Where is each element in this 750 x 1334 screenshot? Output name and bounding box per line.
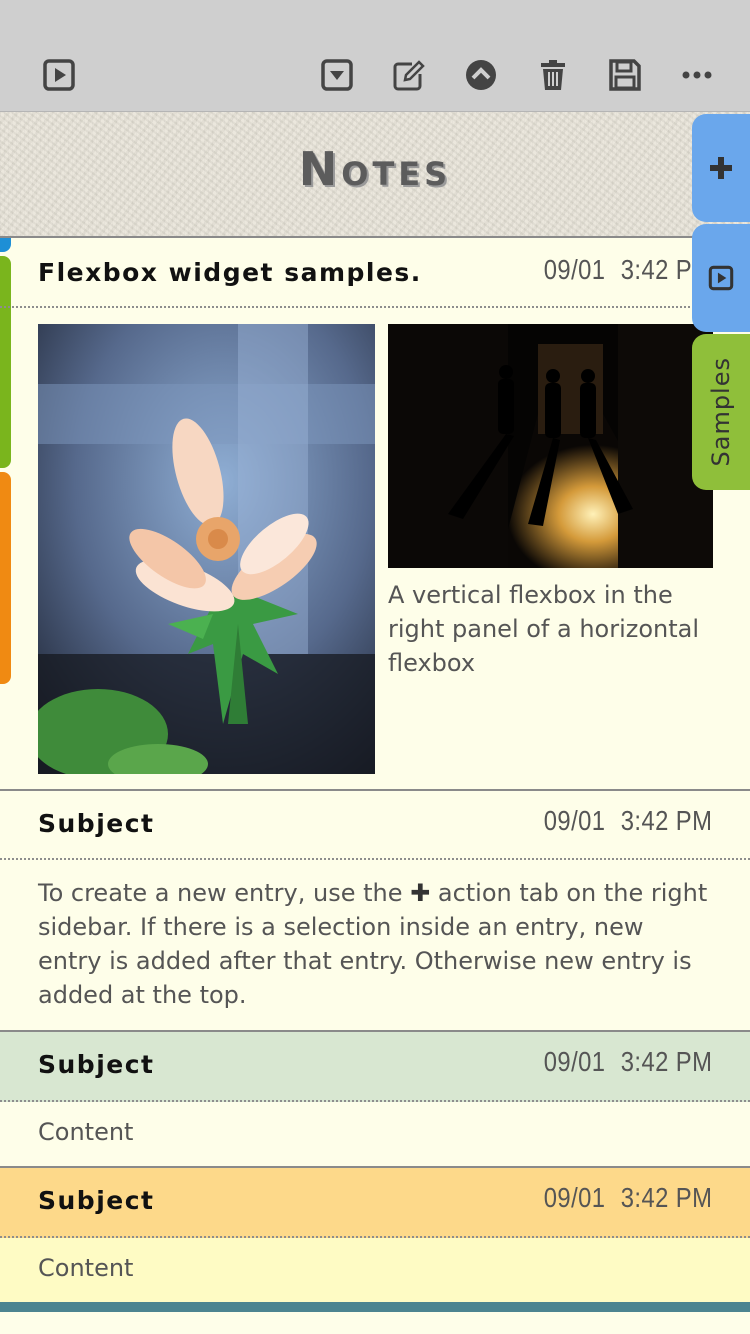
play-button[interactable] — [40, 56, 78, 94]
more-icon — [682, 71, 712, 79]
collapse-button[interactable] — [462, 56, 500, 94]
entry-header[interactable]: Subject 09/01 3:42 PM — [0, 791, 750, 860]
entry-header[interactable]: Subject 09/01 3:42 PM — [0, 1032, 750, 1102]
image-caption: A vertical flexbox in the right panel of… — [388, 581, 700, 677]
entry-subject[interactable]: Flexbox widget samples. — [38, 258, 422, 287]
dropdown-icon — [321, 59, 353, 91]
collapse-up-icon — [466, 60, 496, 90]
samples-tab[interactable]: Samples — [692, 334, 750, 490]
save-button[interactable] — [606, 56, 644, 94]
entry-subject[interactable]: Subject — [38, 1050, 155, 1079]
play-tab[interactable] — [692, 224, 750, 332]
entry-subject[interactable]: Subject — [38, 809, 155, 838]
entry-content[interactable]: To create a new entry, use the ✚ action … — [38, 876, 714, 1012]
add-entry-tab[interactable] — [692, 114, 750, 222]
play-icon — [708, 265, 734, 291]
entry-subject[interactable]: Subject — [38, 1186, 155, 1215]
entry-timestamp: 09/01 3:42 PM — [543, 805, 712, 836]
dropdown-button[interactable] — [318, 56, 356, 94]
samples-tab-label: Samples — [707, 357, 735, 467]
toolbar — [0, 0, 750, 112]
trash-icon — [541, 60, 565, 90]
entry-timestamp: 09/01 3:42 PM — [543, 1182, 712, 1213]
edit-icon — [393, 60, 425, 91]
delete-button[interactable] — [534, 56, 572, 94]
edit-button[interactable] — [390, 56, 428, 94]
save-icon — [609, 59, 641, 91]
entry-timestamp: 09/01 3:42 PM — [543, 1046, 712, 1077]
entry-header[interactable]: Flexbox widget samples. 09/01 3:42 PM — [0, 240, 750, 308]
flower-image — [38, 324, 375, 774]
entry-header[interactable]: Subject 09/01 3:42 PM — [0, 1168, 750, 1238]
plus-icon — [710, 157, 732, 179]
more-button[interactable] — [678, 56, 716, 94]
bottom-bar — [0, 1302, 750, 1312]
play-icon — [43, 59, 75, 91]
notes-header: Notes — [0, 112, 750, 238]
silhouettes-image — [388, 324, 713, 568]
entry-content[interactable]: Content — [38, 1115, 133, 1149]
page-title: Notes — [298, 142, 452, 196]
left-strip-orange[interactable] — [0, 472, 11, 684]
entry-timestamp: 09/01 3:42 PM — [543, 254, 712, 285]
plus-icon: ✚ — [410, 879, 431, 907]
entry-content[interactable]: Content — [38, 1251, 133, 1285]
